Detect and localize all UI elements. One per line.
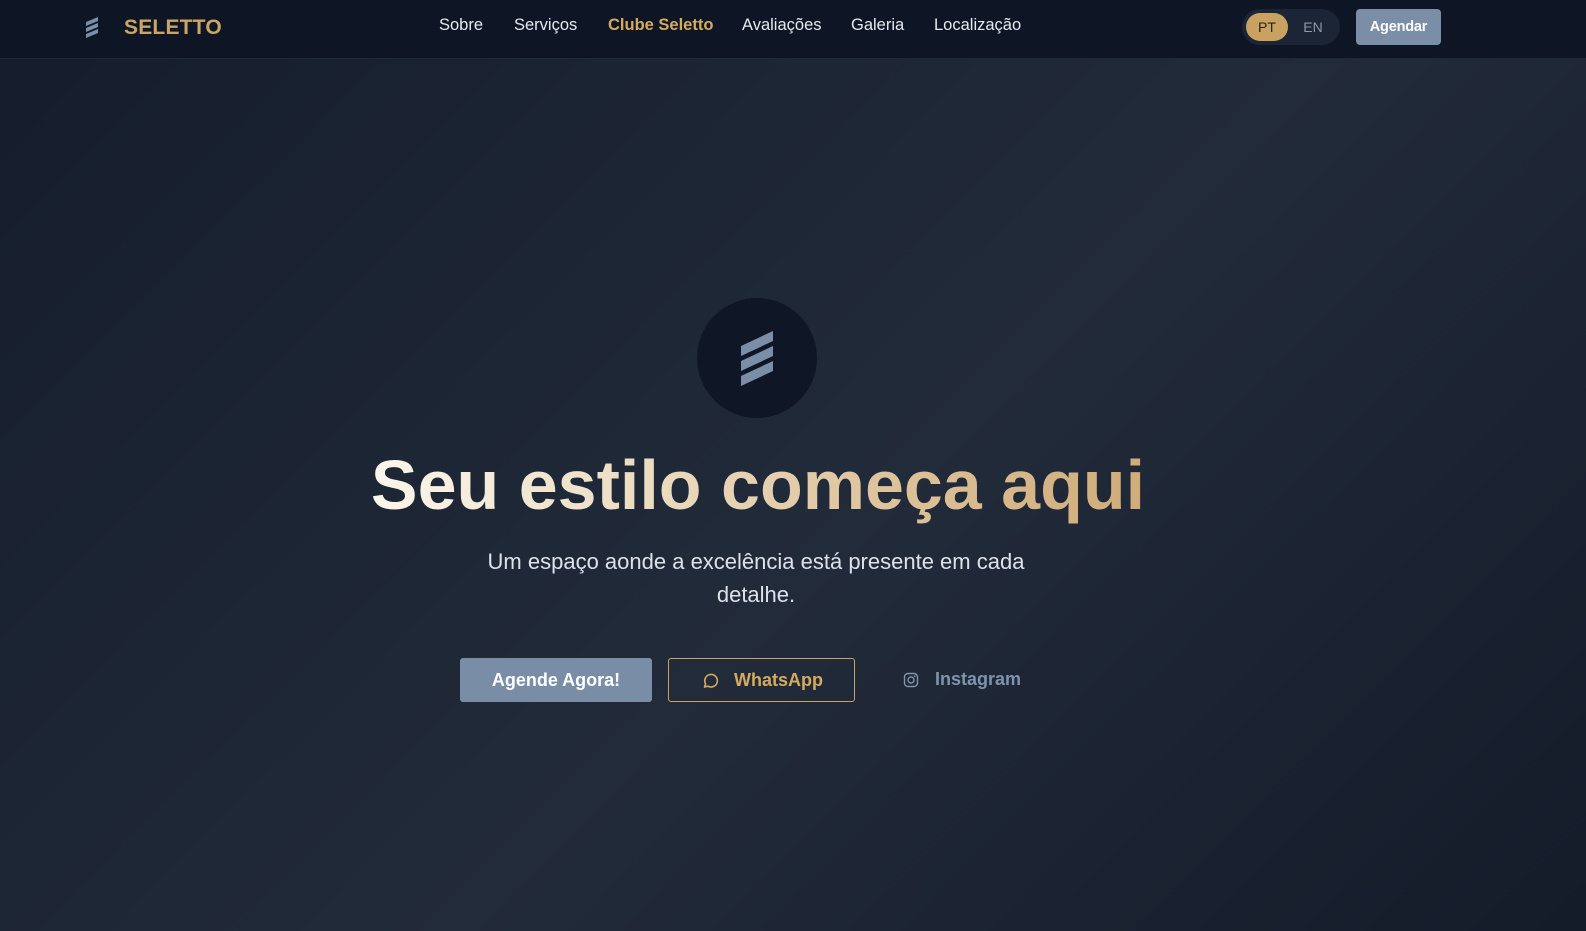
brand[interactable]: SELETTO: [84, 13, 222, 43]
hero-title-text: Seu estilo começa aqui: [370, 446, 1146, 524]
hero-subtitle: Um espaço aonde a excelência está presen…: [487, 549, 1025, 607]
hero-logo: [697, 298, 817, 418]
agende-agora-button[interactable]: Agende Agora!: [460, 658, 652, 702]
hero-title: Seu estilo começa aqui: [0, 444, 1516, 526]
seletto-s-logo-icon: [741, 331, 773, 386]
language-toggle: PT EN: [1242, 9, 1340, 45]
whatsapp-button[interactable]: WhatsApp: [668, 658, 855, 702]
agendar-button[interactable]: Agendar: [1356, 9, 1441, 45]
brand-name: SELETTO: [124, 16, 222, 39]
language-pt-button[interactable]: PT: [1246, 13, 1288, 41]
language-en-button[interactable]: EN: [1292, 13, 1334, 41]
whatsapp-button-label: WhatsApp: [734, 670, 823, 690]
nav-link-sobre[interactable]: Sobre: [439, 16, 483, 35]
message-circle-icon: [703, 673, 719, 688]
nav-link-localizacao[interactable]: Localização: [934, 16, 1021, 35]
nav-link-clube-seletto[interactable]: Clube Seletto: [608, 16, 713, 35]
nav-link-avaliacoes[interactable]: Avaliações: [742, 16, 822, 35]
page: SELETTO Sobre Serviços Clube Seletto Ava…: [0, 0, 1586, 931]
seletto-s-logo-icon: [86, 17, 98, 38]
instagram-button[interactable]: Instagram: [890, 658, 1040, 702]
instagram-icon: [903, 672, 919, 688]
nav-link-galeria[interactable]: Galeria: [851, 16, 904, 35]
instagram-button-label: Instagram: [935, 669, 1022, 689]
nav-link-servicos[interactable]: Serviços: [514, 16, 577, 35]
top-navbar: SELETTO Sobre Serviços Clube Seletto Ava…: [0, 0, 1586, 59]
